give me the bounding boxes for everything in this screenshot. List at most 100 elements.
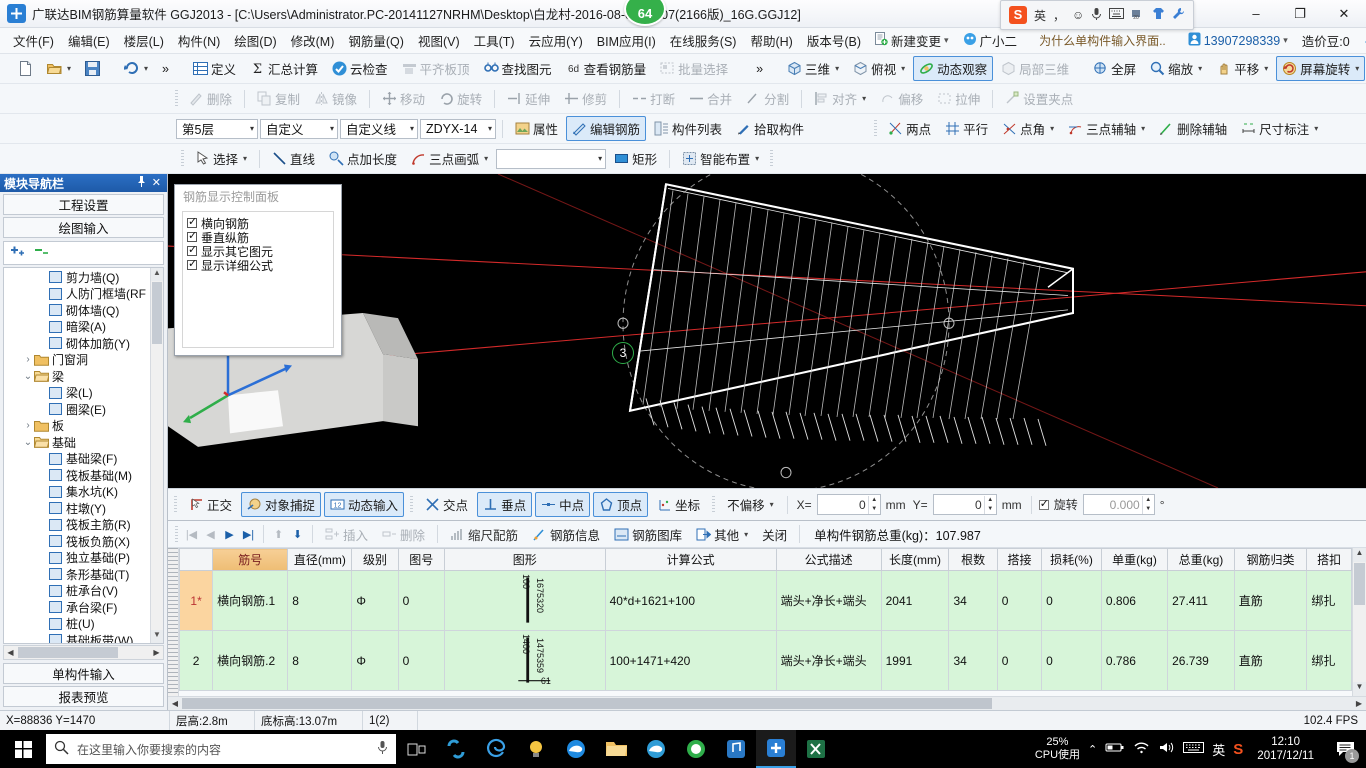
- wifi-icon[interactable]: [1133, 741, 1150, 757]
- column-header-10[interactable]: 搭接: [996, 548, 1043, 571]
- tree-item-15[interactable]: 筏板主筋(R): [4, 517, 150, 534]
- cortana-mic-icon[interactable]: [377, 740, 388, 758]
- fullscreen-button[interactable]: 全屏: [1087, 56, 1142, 81]
- taskbar-app-skype[interactable]: [436, 730, 476, 768]
- column-header-0[interactable]: [179, 548, 214, 571]
- undo-button[interactable]: ▾: [118, 58, 154, 79]
- cell-category[interactable]: 直筋: [1233, 630, 1308, 691]
- tree-item-14[interactable]: 柱墩(Y): [4, 500, 150, 517]
- beans-label[interactable]: 造价豆:0: [1295, 28, 1357, 53]
- break-button[interactable]: 打断: [626, 86, 681, 111]
- menu-component[interactable]: 构件(N): [171, 28, 227, 53]
- grid-grip[interactable]: [175, 525, 178, 543]
- table-row[interactable]: 2 横向钢筋.2 8 Φ 0 1400 1475 359 61 100+1471+420 端头+净长…: [179, 630, 1352, 691]
- tree-item-16[interactable]: 筏板负筋(X): [4, 533, 150, 550]
- ime-emoji-icon[interactable]: ☺: [1072, 8, 1084, 22]
- tree-item-9[interactable]: › 板: [4, 418, 150, 435]
- column-header-15[interactable]: 搭扣: [1306, 548, 1352, 571]
- onscreen-keyboard-icon[interactable]: [1183, 741, 1205, 757]
- menu-version[interactable]: 版本号(B): [800, 28, 868, 53]
- offset-button[interactable]: 偏移: [874, 86, 929, 111]
- sogou-tray-icon[interactable]: S: [1233, 741, 1243, 758]
- ime-punctuation-icon[interactable]: ，: [1053, 7, 1065, 24]
- snap-grip[interactable]: [410, 496, 414, 513]
- cell-unit-weight[interactable]: 0.806: [1100, 570, 1169, 631]
- taskbar-app-360[interactable]: [676, 730, 716, 768]
- opt-grip[interactable]: [174, 496, 177, 513]
- draw-extra-select[interactable]: ▾: [496, 148, 607, 169]
- column-header-14[interactable]: 钢筋归类: [1233, 548, 1308, 571]
- cell-grade[interactable]: Φ: [351, 570, 399, 631]
- taskbar-search[interactable]: 在这里输入你要搜索的内容: [46, 734, 396, 764]
- scroll-down-icon[interactable]: ▼: [151, 630, 163, 643]
- cell-figure-no[interactable]: 0: [397, 630, 445, 691]
- tree-vertical-scrollbar[interactable]: ▲ ▼: [150, 268, 163, 643]
- cell-total-weight[interactable]: 26.739: [1167, 630, 1235, 691]
- select-tool-button[interactable]: 选择 ▾: [189, 146, 253, 171]
- x-offset-input[interactable]: [817, 495, 868, 514]
- ime-toolbar[interactable]: S 英 ， ☺ 20: [1000, 0, 1195, 30]
- menu-draw[interactable]: 绘图(D): [227, 28, 283, 53]
- menu-file[interactable]: 文件(F): [6, 28, 61, 53]
- find-element-button[interactable]: 查找图元: [478, 56, 558, 81]
- minimize-button[interactable]: –: [1234, 0, 1278, 28]
- ime-toolbox-icon[interactable]: 20: [1131, 7, 1145, 23]
- tree-item-10[interactable]: ⌄ 基础: [4, 434, 150, 451]
- cell-shape[interactable]: 1400 1475 359 61: [443, 630, 606, 691]
- perpendicular-snap[interactable]: 垂点: [477, 492, 533, 517]
- tree-item-11[interactable]: 基础梁(F): [4, 451, 150, 468]
- column-header-7[interactable]: 公式描述: [775, 548, 882, 571]
- tree-item-1[interactable]: 人防门框墙(RF: [4, 286, 150, 303]
- y-offset-stepper[interactable]: ▲▼: [932, 494, 997, 515]
- cell-length[interactable]: 1991: [880, 630, 950, 691]
- tree-item-5[interactable]: › 门窗洞: [4, 352, 150, 369]
- rotate-stepper[interactable]: ▲▼: [1082, 494, 1155, 515]
- ortho-toggle[interactable]: 正交: [183, 492, 238, 517]
- last-record-button[interactable]: ▶|: [240, 525, 257, 543]
- three-point-arc-button[interactable]: 三点画弧 ▾: [405, 146, 494, 171]
- batch-select-button[interactable]: 批量选择: [654, 56, 734, 81]
- task-view-icon[interactable]: [396, 730, 436, 768]
- cell-formula[interactable]: 40*d+1621+100: [604, 570, 777, 631]
- grid-vertical-scrollbar[interactable]: ▲ ▼: [1352, 548, 1366, 696]
- axis-toolbar-grip[interactable]: [874, 120, 878, 137]
- trim-button[interactable]: 修剪: [558, 86, 613, 111]
- move-up-button[interactable]: ⬆: [270, 525, 287, 543]
- x-offset-stepper[interactable]: ▲▼: [816, 494, 881, 515]
- rotate-button[interactable]: 旋转: [433, 86, 488, 111]
- checkbox-show-detail-formula[interactable]: 显示详细公式: [187, 257, 329, 273]
- pin-icon[interactable]: [137, 176, 146, 190]
- tree-item-4[interactable]: 砌体加筋(Y): [4, 335, 150, 352]
- cloud-check-button[interactable]: 云检查: [326, 56, 394, 81]
- cell-hook[interactable]: 绑扎: [1306, 630, 1352, 691]
- menu-help[interactable]: 帮助(H): [743, 28, 799, 53]
- next-record-button[interactable]: ▶: [221, 525, 238, 543]
- drawing-input-button[interactable]: 绘图输入: [3, 217, 164, 238]
- draw-toolbar-grip-end[interactable]: [770, 150, 774, 167]
- column-header-1[interactable]: 筋号: [212, 548, 289, 571]
- ime-skin-icon[interactable]: [1152, 7, 1165, 23]
- pan-button[interactable]: 平移 ▾: [1210, 56, 1274, 81]
- delete-axis-button[interactable]: 删除辅轴: [1153, 116, 1233, 141]
- tree-item-7[interactable]: 梁(L): [4, 385, 150, 402]
- cell-diameter[interactable]: 8: [287, 570, 353, 631]
- account-button[interactable]: 13907298339 ▾: [1181, 29, 1295, 52]
- toolbar-overflow-right[interactable]: »: [750, 59, 769, 79]
- taskbar-app-edge-2[interactable]: [636, 730, 676, 768]
- scroll-thumb[interactable]: [152, 282, 162, 344]
- tree-item-20[interactable]: 承台梁(F): [4, 599, 150, 616]
- properties-button[interactable]: 属性: [509, 116, 564, 141]
- taskbar-app-lamp[interactable]: [516, 730, 556, 768]
- row-number[interactable]: 1*: [179, 570, 214, 631]
- dimension-button[interactable]: 尺寸标注 ▾: [1235, 116, 1324, 141]
- split-button[interactable]: 分割: [740, 86, 795, 111]
- maximize-button[interactable]: ❐: [1278, 0, 1322, 28]
- tree-item-19[interactable]: 桩承台(V): [4, 583, 150, 600]
- zoom-button[interactable]: 缩放 ▾: [1144, 56, 1208, 81]
- coordinate-snap[interactable]: 坐标: [651, 492, 706, 517]
- rotate-input[interactable]: [1083, 495, 1142, 514]
- cell-loss[interactable]: 0: [1041, 630, 1102, 691]
- cell-hook[interactable]: 绑扎: [1306, 570, 1352, 631]
- ime-settings-icon[interactable]: [1172, 7, 1185, 23]
- grid-scroll-up-icon[interactable]: ▲: [1353, 548, 1366, 562]
